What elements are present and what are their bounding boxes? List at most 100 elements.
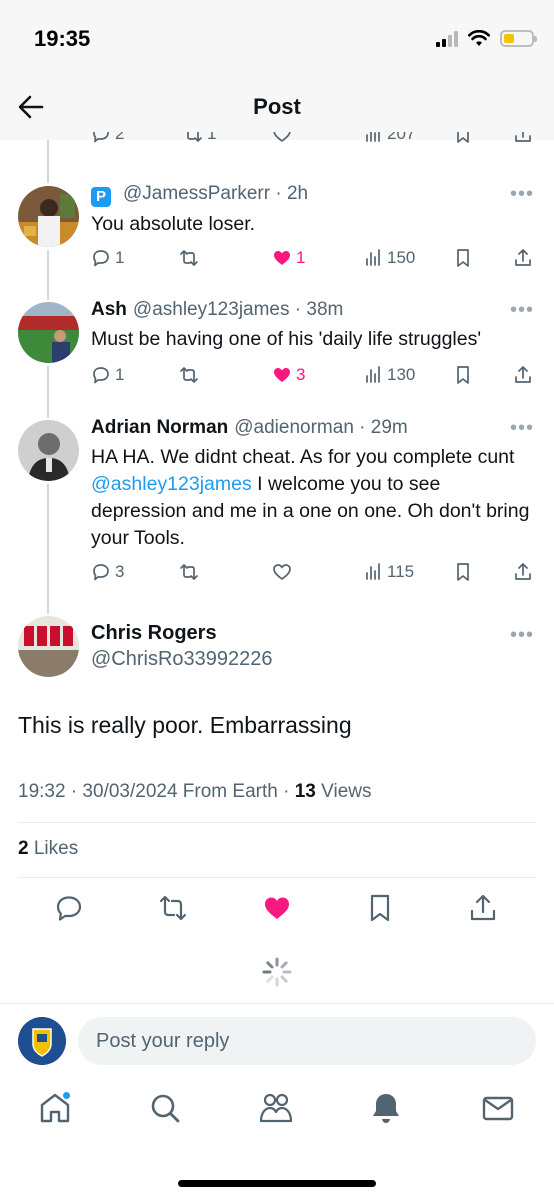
divider [18,822,536,823]
retweet-icon[interactable] [158,893,188,923]
user-avatar[interactable] [18,1017,66,1065]
share-button[interactable] [513,132,533,144]
post-body: This is really poor. Embarrassing [18,712,352,738]
reply-tweet[interactable]: P @JamessParkerr · 2h You absolute loser. [91,182,531,238]
share-button[interactable] [513,365,533,385]
messages-icon[interactable] [480,1090,516,1126]
like-button[interactable] [272,562,292,582]
views-count: 207 [387,132,416,143]
views-count: 130 [387,365,416,384]
reply-body: HA HA. We didnt cheat. As for you comple… [91,444,531,552]
like-button[interactable]: 3 [272,365,305,385]
bookmark-button[interactable] [453,562,473,582]
reply-button[interactable]: 1 [91,248,124,268]
avatar[interactable] [18,186,79,247]
like-button[interactable]: 1 [272,248,305,268]
mention-link[interactable]: @ashley123james [91,473,252,495]
reply-icon [93,250,109,267]
likes-number: 2 [18,838,29,859]
more-options-icon[interactable]: ••• [510,183,534,206]
reply-author-name: Ash [91,299,127,320]
reply-button[interactable]: 1 [91,365,124,385]
reply-icon [93,132,109,143]
like-count: 1 [296,248,306,267]
reply-tweet[interactable]: Ash @ashley123james · 38m Must be having … [91,298,531,353]
partial-action-row: 2 1 207 [91,132,541,152]
bookmark-icon[interactable] [365,893,395,923]
wifi-icon [468,30,490,46]
reply-button[interactable]: 3 [91,562,124,582]
retweet-button[interactable]: 1 [183,132,216,144]
views-label: Views [315,781,372,802]
retweet-icon [187,132,202,142]
post-author-handle[interactable]: @ChrisRo33992226 [91,648,273,671]
search-icon[interactable] [147,1090,183,1126]
share-icon [515,132,531,142]
views-button[interactable]: 150 [363,248,415,268]
retweet-button[interactable] [179,562,199,582]
thread-connector [47,140,49,183]
page-title: Post [253,94,301,119]
notifications-icon[interactable] [368,1090,404,1126]
views-button[interactable]: 130 [363,365,415,385]
reply-text-part: HA HA. We didnt cheat. As for you comple… [91,446,515,468]
share-icon[interactable] [468,893,498,923]
reply-time: 29m [370,417,408,438]
communities-icon[interactable] [258,1090,294,1126]
more-options-icon[interactable]: ••• [510,624,534,647]
share-button[interactable] [513,248,533,268]
bookmark-icon [457,249,469,267]
home-indicator[interactable] [178,1180,376,1187]
views-icon [366,249,380,266]
post-metadata: 19:32 · 30/03/2024 From Earth · 13 Views [18,781,371,803]
share-button[interactable] [513,562,533,582]
reply-button[interactable]: 2 [91,132,124,144]
post-actions [0,893,554,927]
avatar[interactable] [18,302,79,363]
retweet-button[interactable] [179,248,199,268]
bookmark-button[interactable] [453,132,473,144]
bookmark-button[interactable] [453,248,473,268]
avatar[interactable] [18,420,79,481]
likes-label: Likes [28,838,79,859]
retweet-count: 1 [207,132,217,143]
reply-tweet[interactable]: Adrian Norman @adienorman · 29m HA HA. We… [91,416,531,552]
thread-connector [47,250,49,300]
views-count: 115 [387,562,415,581]
reply-body: You absolute loser. [91,213,256,235]
reply-input[interactable] [78,1017,536,1065]
retweet-button[interactable] [179,365,199,385]
share-icon [515,563,531,580]
status-time: 19:35 [34,26,91,51]
views-icon [366,132,380,142]
views-button[interactable]: 115 [363,562,414,582]
loading-spinner-icon [262,957,292,987]
reply-body: Must be having one of his 'daily life st… [91,328,482,350]
post-header: Post [0,80,554,140]
heart-icon [273,132,291,142]
views-icon [366,563,380,580]
views-button[interactable]: 207 [363,132,415,144]
reply-icon[interactable] [54,893,84,923]
post-author-name[interactable]: Chris Rogers [91,622,217,645]
share-icon [515,249,531,266]
reply-header: Adrian Norman @adienorman · 29m [91,417,408,438]
reply-author-handle: @JamessParkerr [123,183,271,204]
bookmark-button[interactable] [453,365,473,385]
reply-header: P @JamessParkerr · 2h [91,182,531,207]
heart-icon [274,368,290,382]
heart-icon[interactable] [262,893,292,923]
like-button[interactable] [272,132,292,144]
divider [18,877,536,878]
more-options-icon[interactable]: ••• [510,417,534,440]
bottom-tab-bar [0,1090,554,1140]
more-options-icon[interactable]: ••• [510,299,534,322]
reply-count: 1 [115,365,125,384]
reply-count: 1 [115,248,125,267]
avatar[interactable] [18,616,79,677]
reply-author-handle: @adienorman [234,417,354,438]
bookmark-icon [457,366,469,384]
notification-dot [62,1091,71,1100]
reply-time: 38m [306,299,344,320]
likes-summary[interactable]: 2 Likes [18,838,78,860]
